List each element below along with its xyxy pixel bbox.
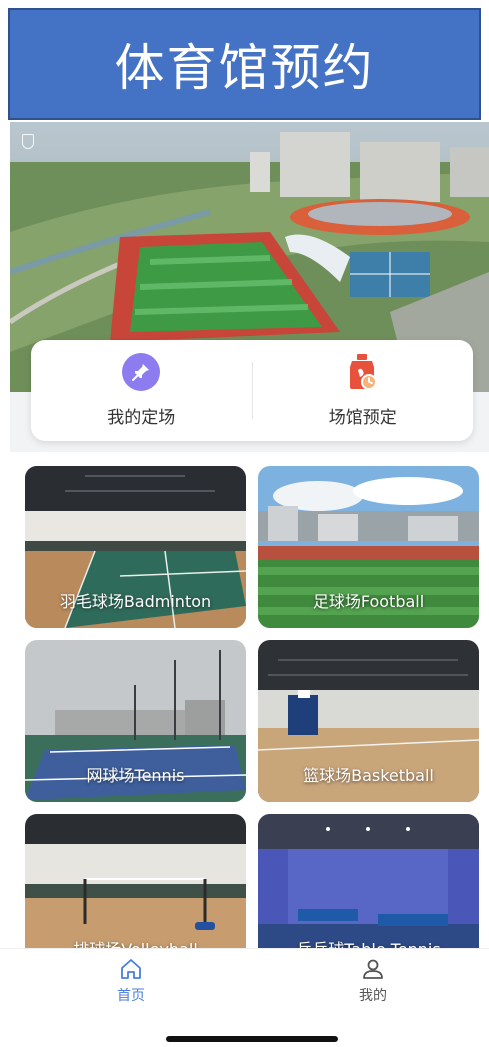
tab-mine-label: 我的 <box>359 988 387 1004</box>
shield-icon <box>22 134 34 149</box>
app-header: 体育馆预约 <box>8 8 481 120</box>
home-icon <box>121 959 141 979</box>
home-indicator <box>166 1036 338 1042</box>
venue-booking-button[interactable]: 场馆预定 <box>253 340 474 441</box>
my-bookings-label: 我的定场 <box>107 408 176 428</box>
tab-home-label: 首页 <box>117 988 145 1004</box>
university-logo <box>22 134 34 149</box>
quick-actions-card: 我的定场 场馆预定 <box>31 340 473 441</box>
tab-home[interactable]: 首页 <box>71 957 191 1005</box>
pin-icon <box>122 353 161 391</box>
my-bookings-button[interactable]: 我的定场 <box>31 340 252 441</box>
bottom-tab-bar: 首页 我的 <box>0 948 489 1047</box>
page-title: 体育馆预约 <box>114 39 375 97</box>
venue-label: 羽毛球场Badminton <box>59 592 212 611</box>
venue-card-badminton[interactable]: 羽毛球场Badminton <box>25 466 246 628</box>
venue-booking-label: 场馆预定 <box>328 408 397 428</box>
venue-card-tennis[interactable]: 网球场Tennis <box>25 640 246 802</box>
user-icon <box>363 959 383 979</box>
venue-label: 篮球场Basketball <box>303 766 434 785</box>
venue-card-basketball[interactable]: 篮球场Basketball <box>258 640 479 802</box>
booking-icon <box>344 353 382 391</box>
venue-card-football[interactable]: 足球场Football <box>258 466 479 628</box>
tab-mine[interactable]: 我的 <box>313 957 433 1005</box>
venue-label: 网球场Tennis <box>86 766 185 785</box>
venue-label: 足球场Football <box>312 592 425 611</box>
